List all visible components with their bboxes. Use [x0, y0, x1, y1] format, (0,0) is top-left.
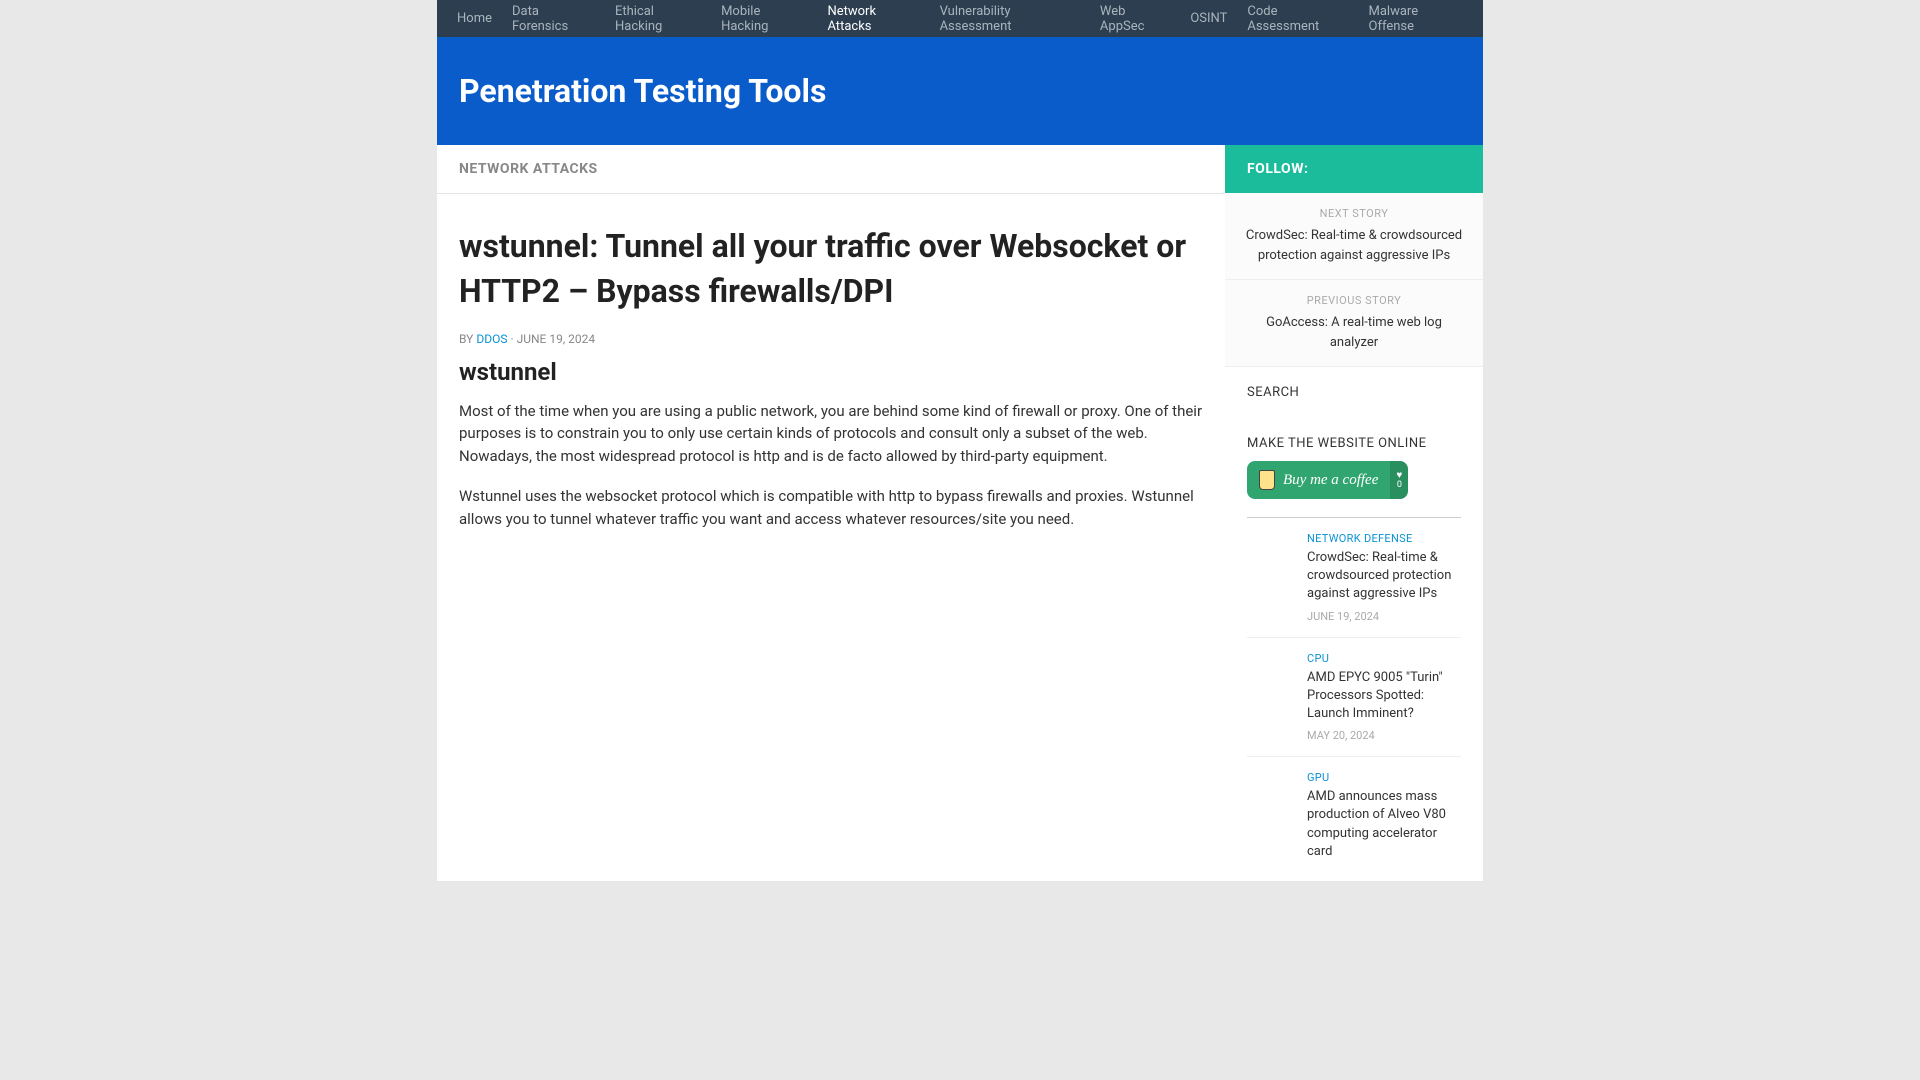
- next-story-link[interactable]: NEXT STORY CrowdSec: Real-time & crowdso…: [1225, 193, 1483, 280]
- meta-sep: ·: [507, 332, 516, 346]
- nav-web-appsec[interactable]: Web AppSec: [1090, 4, 1180, 34]
- search-heading: SEARCH: [1247, 385, 1461, 400]
- post-title-link[interactable]: AMD EPYC 9005 "Turin" Processors Spotted…: [1307, 669, 1461, 724]
- post-title-link[interactable]: CrowdSec: Real-time & crowdsourced prote…: [1307, 549, 1461, 604]
- bmc-count-badge: ♥ 0: [1390, 461, 1408, 499]
- nav-ethical-hacking[interactable]: Ethical Hacking: [605, 4, 711, 34]
- coffee-cup-icon: [1259, 470, 1275, 490]
- site-title[interactable]: Penetration Testing Tools: [459, 72, 1461, 110]
- donate-heading: MAKE THE WEBSITE ONLINE: [1247, 436, 1461, 451]
- post-date: JUNE 19, 2024: [1307, 610, 1461, 623]
- nav-data-forensics[interactable]: Data Forensics: [502, 4, 605, 34]
- site-header: Penetration Testing Tools: [437, 37, 1483, 145]
- article: wstunnel: Tunnel all your traffic over W…: [437, 194, 1225, 578]
- category-bar: NETWORK ATTACKS: [437, 145, 1225, 194]
- bmc-left: Buy me a coffee: [1247, 461, 1390, 499]
- sidebar: FOLLOW: NEXT STORY CrowdSec: Real-time &…: [1225, 145, 1483, 881]
- post-category-link[interactable]: GPU: [1307, 771, 1461, 784]
- buy-me-a-coffee-button[interactable]: Buy me a coffee ♥ 0: [1247, 461, 1408, 499]
- post-category-link[interactable]: CPU: [1307, 652, 1461, 665]
- article-paragraph: Wstunnel uses the websocket protocol whi…: [459, 485, 1203, 530]
- main-content: NETWORK ATTACKS wstunnel: Tunnel all you…: [437, 145, 1225, 881]
- nav-network-attacks[interactable]: Network Attacks: [817, 4, 929, 34]
- bmc-text: Buy me a coffee: [1283, 472, 1378, 489]
- next-story-label: NEXT STORY: [1245, 207, 1463, 220]
- post-item[interactable]: GPU AMD announces mass production of Alv…: [1247, 756, 1461, 881]
- article-date: JUNE 19, 2024: [517, 332, 596, 346]
- post-date: MAY 20, 2024: [1307, 729, 1461, 742]
- recent-posts-list: NETWORK DEFENSE CrowdSec: Real-time & cr…: [1225, 517, 1483, 881]
- previous-story-link[interactable]: PREVIOUS STORY GoAccess: A real-time web…: [1225, 280, 1483, 367]
- search-section: SEARCH: [1225, 367, 1483, 418]
- follow-heading: FOLLOW:: [1225, 145, 1483, 193]
- post-category-link[interactable]: NETWORK DEFENSE: [1307, 532, 1461, 545]
- nav-malware-offense[interactable]: Malware Offense: [1359, 4, 1473, 34]
- article-subtitle: wstunnel: [459, 358, 1203, 386]
- donate-section: MAKE THE WEBSITE ONLINE Buy me a coffee …: [1225, 418, 1483, 517]
- previous-story-title: GoAccess: A real-time web log analyzer: [1245, 313, 1463, 352]
- previous-story-label: PREVIOUS STORY: [1245, 294, 1463, 307]
- author-link[interactable]: DDOS: [476, 332, 507, 346]
- bmc-count: 0: [1397, 481, 1402, 490]
- category-link[interactable]: NETWORK ATTACKS: [459, 161, 598, 177]
- article-title: wstunnel: Tunnel all your traffic over W…: [459, 224, 1203, 314]
- post-item[interactable]: NETWORK DEFENSE CrowdSec: Real-time & cr…: [1247, 517, 1461, 637]
- meta-by: BY: [459, 332, 476, 346]
- nav-code-assessment[interactable]: Code Assessment: [1237, 4, 1358, 34]
- post-item[interactable]: CPU AMD EPYC 9005 "Turin" Processors Spo…: [1247, 637, 1461, 757]
- next-story-title: CrowdSec: Real-time & crowdsourced prote…: [1245, 226, 1463, 265]
- top-nav: Home Data Forensics Ethical Hacking Mobi…: [437, 0, 1483, 37]
- article-meta: BY DDOS · JUNE 19, 2024: [459, 332, 1203, 346]
- heart-icon: ♥: [1396, 471, 1402, 481]
- nav-osint[interactable]: OSINT: [1180, 11, 1237, 26]
- post-title-link[interactable]: AMD announces mass production of Alveo V…: [1307, 788, 1461, 861]
- nav-vulnerability-assessment[interactable]: Vulnerability Assessment: [930, 4, 1090, 34]
- article-paragraph: Most of the time when you are using a pu…: [459, 400, 1203, 468]
- nav-home[interactable]: Home: [447, 11, 502, 26]
- nav-mobile-hacking[interactable]: Mobile Hacking: [711, 4, 817, 34]
